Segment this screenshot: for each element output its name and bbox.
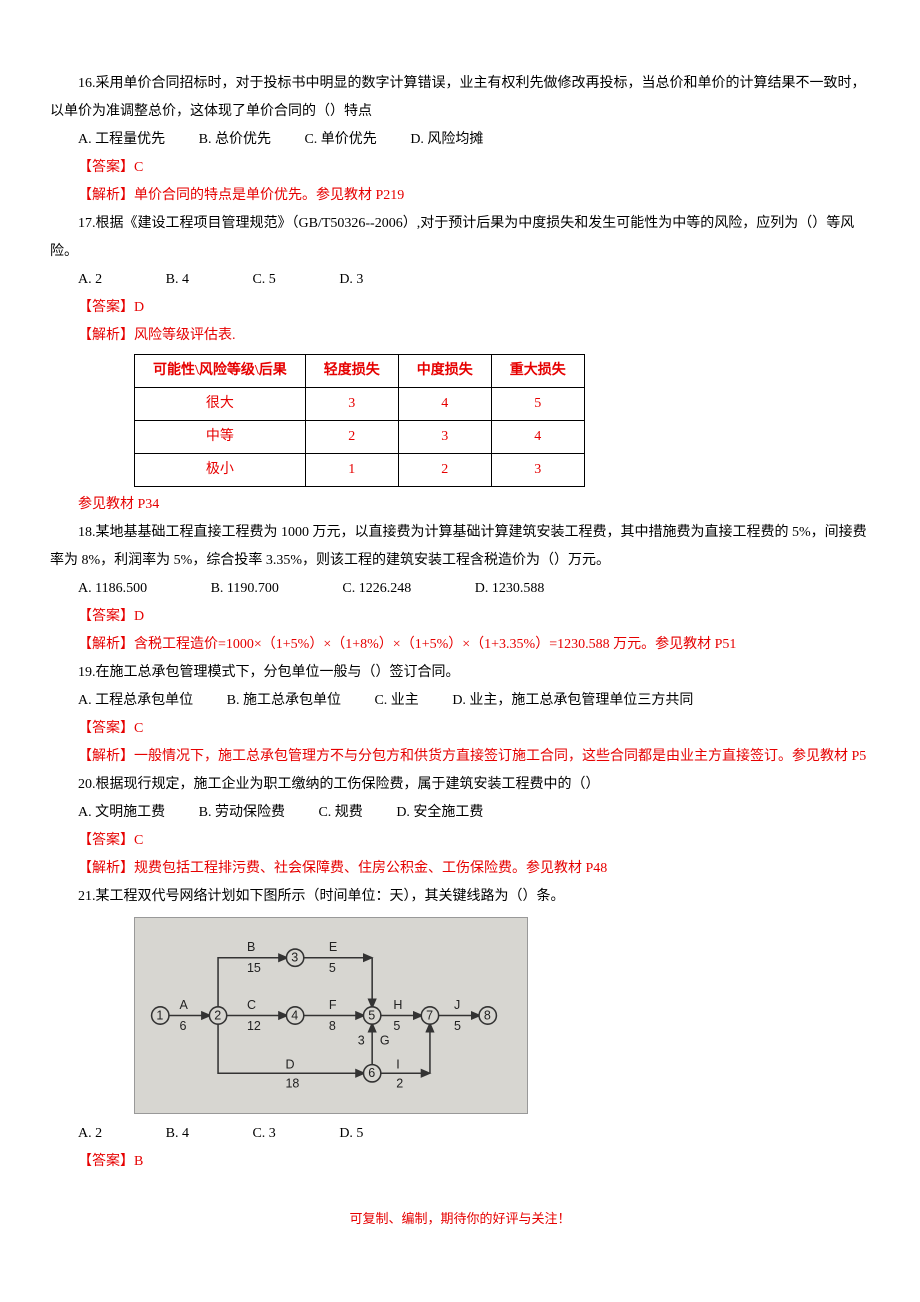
q19-options: A. 工程总承包单位 B. 施工总承包单位 C. 业主 D. 业主，施工总承包管… bbox=[78, 687, 870, 715]
table-row: 中等 2 3 4 bbox=[135, 421, 585, 454]
q20-optC: C. 规费 bbox=[318, 799, 362, 827]
risk-h1: 可能性\风险等级\后果 bbox=[135, 355, 306, 388]
q16-optC: C. 单价优先 bbox=[304, 126, 376, 154]
svg-text:6: 6 bbox=[368, 1066, 375, 1080]
risk-h3: 中度损失 bbox=[398, 355, 491, 388]
q19-optD: D. 业主，施工总承包管理单位三方共同 bbox=[452, 687, 693, 715]
risk-table: 可能性\风险等级\后果 轻度损失 中度损失 重大损失 很大 3 4 5 中等 2… bbox=[134, 354, 585, 487]
q21-text: 21.某工程双代号网络计划如下图所示（时间单位：天），其关键线路为（）条。 bbox=[50, 883, 870, 911]
edge-H-label: H bbox=[393, 998, 402, 1012]
edge-F-label: F bbox=[329, 998, 337, 1012]
risk-r3c1: 极小 bbox=[135, 454, 306, 487]
q20-optA: A. 文明施工费 bbox=[78, 799, 165, 827]
edge-J-label: J bbox=[454, 998, 460, 1012]
edge-G-dur: 3 bbox=[358, 1033, 365, 1047]
edge-B-dur: 15 bbox=[247, 961, 261, 975]
q18-optB: B. 1190.700 bbox=[211, 575, 279, 603]
q21-optA: A. 2 bbox=[78, 1120, 102, 1148]
q20-optB: B. 劳动保险费 bbox=[199, 799, 285, 827]
q17-options: A. 2 B. 4 C. 5 D. 3 bbox=[78, 266, 870, 294]
q21-answer: 【答案】B bbox=[78, 1148, 870, 1176]
q21-optC: C. 3 bbox=[252, 1120, 275, 1148]
q19-text: 19.在施工总承包管理模式下，分包单位一般与（）签订合同。 bbox=[50, 659, 870, 687]
q20-optD: D. 安全施工费 bbox=[396, 799, 483, 827]
risk-r1c2: 3 bbox=[305, 388, 398, 421]
q21-optB: B. 4 bbox=[166, 1120, 189, 1148]
edge-A-dur: 6 bbox=[180, 1019, 187, 1033]
q19-optA: A. 工程总承包单位 bbox=[78, 687, 193, 715]
q20-options: A. 文明施工费 B. 劳动保险费 C. 规费 D. 安全施工费 bbox=[78, 799, 870, 827]
q18-answer: 【答案】D bbox=[78, 603, 870, 631]
q20-answer: 【答案】C bbox=[78, 827, 870, 855]
q19-answer: 【答案】C bbox=[78, 715, 870, 743]
q18-optD: D. 1230.588 bbox=[475, 575, 545, 603]
edge-A-label: A bbox=[180, 998, 189, 1012]
edge-J-dur: 5 bbox=[454, 1019, 461, 1033]
q16-optA: A. 工程量优先 bbox=[78, 126, 165, 154]
q18-optC: C. 1226.248 bbox=[342, 575, 411, 603]
q18-optA: A. 1186.500 bbox=[78, 575, 147, 603]
q17-ref: 参见教材 P34 bbox=[78, 491, 870, 519]
risk-r1c3: 4 bbox=[398, 388, 491, 421]
q16-explain: 【解析】单价合同的特点是单价优先。参见教材 P219 bbox=[78, 182, 870, 210]
q18-options: A. 1186.500 B. 1190.700 C. 1226.248 D. 1… bbox=[78, 575, 870, 603]
edge-E-dur: 5 bbox=[329, 961, 336, 975]
q16-optB: B. 总价优先 bbox=[199, 126, 271, 154]
q17-optC: C. 5 bbox=[252, 266, 275, 294]
edge-E-label: E bbox=[329, 940, 337, 954]
edge-I-label: I bbox=[396, 1057, 399, 1071]
edge-I-dur: 2 bbox=[396, 1077, 403, 1091]
risk-r3c3: 2 bbox=[398, 454, 491, 487]
q17-explain: 【解析】风险等级评估表. bbox=[78, 322, 870, 350]
q21-optD: D. 5 bbox=[339, 1120, 363, 1148]
q18-explain: 【解析】含税工程造价=1000×（1+5%）×（1+8%）×（1+5%）×（1+… bbox=[78, 631, 870, 659]
svg-text:2: 2 bbox=[214, 1008, 221, 1022]
risk-r2c4: 4 bbox=[491, 421, 584, 454]
edge-G-label: G bbox=[380, 1033, 390, 1047]
q19-explain: 【解析】一般情况下，施工总承包管理方不与分包方和供货方直接签订施工合同，这些合同… bbox=[50, 743, 870, 771]
page-footer: 可复制、编制，期待你的好评与关注！ bbox=[50, 1206, 870, 1232]
network-diagram: .ln{stroke:#333;stroke-width:1.6;fill:no… bbox=[134, 917, 528, 1114]
q20-explain: 【解析】规费包括工程排污费、社会保障费、住房公积金、工伤保险费。参见教材 P48 bbox=[78, 855, 870, 883]
svg-text:8: 8 bbox=[484, 1008, 491, 1022]
edge-H-dur: 5 bbox=[393, 1019, 400, 1033]
risk-r2c3: 3 bbox=[398, 421, 491, 454]
edge-D-label: D bbox=[285, 1057, 294, 1071]
q20-text: 20.根据现行规定，施工企业为职工缴纳的工伤保险费，属于建筑安装工程费中的（） bbox=[50, 771, 870, 799]
edge-D-dur: 18 bbox=[285, 1077, 299, 1091]
q19-optC: C. 业主 bbox=[374, 687, 418, 715]
q16-text: 16.采用单价合同招标时，对于投标书中明显的数字计算错误，业主有权利先做修改再投… bbox=[50, 70, 870, 126]
q16-options: A. 工程量优先 B. 总价优先 C. 单价优先 D. 风险均摊 bbox=[78, 126, 870, 154]
q19-optB: B. 施工总承包单位 bbox=[227, 687, 341, 715]
q17-optD: D. 3 bbox=[339, 266, 363, 294]
svg-text:4: 4 bbox=[291, 1008, 298, 1022]
svg-text:1: 1 bbox=[156, 1008, 163, 1022]
risk-h4: 重大损失 bbox=[491, 355, 584, 388]
risk-h2: 轻度损失 bbox=[305, 355, 398, 388]
q21-options: A. 2 B. 4 C. 3 D. 5 bbox=[78, 1120, 870, 1148]
q17-answer: 【答案】D bbox=[78, 294, 870, 322]
q17-optB: B. 4 bbox=[166, 266, 189, 294]
table-row: 极小 1 2 3 bbox=[135, 454, 585, 487]
svg-text:7: 7 bbox=[426, 1008, 433, 1022]
q17-text: 17.根据《建设工程项目管理规范》（GB/T50326--2006）,对于预计后… bbox=[50, 210, 870, 266]
edge-B-label: B bbox=[247, 940, 255, 954]
risk-r3c4: 3 bbox=[491, 454, 584, 487]
table-row: 很大 3 4 5 bbox=[135, 388, 585, 421]
q16-answer: 【答案】C bbox=[78, 154, 870, 182]
risk-r2c1: 中等 bbox=[135, 421, 306, 454]
edge-C-dur: 12 bbox=[247, 1019, 261, 1033]
q17-optA: A. 2 bbox=[78, 266, 102, 294]
q18-text: 18.某地基基础工程直接工程费为 1000 万元，以直接费为计算基础计算建筑安装… bbox=[50, 519, 870, 575]
risk-r1c1: 很大 bbox=[135, 388, 306, 421]
risk-r3c2: 1 bbox=[305, 454, 398, 487]
q16-optD: D. 风险均摊 bbox=[410, 126, 483, 154]
svg-text:3: 3 bbox=[291, 951, 298, 965]
edge-F-dur: 8 bbox=[329, 1019, 336, 1033]
edge-C-label: C bbox=[247, 998, 256, 1012]
risk-r2c2: 2 bbox=[305, 421, 398, 454]
svg-text:5: 5 bbox=[368, 1008, 375, 1022]
risk-r1c4: 5 bbox=[491, 388, 584, 421]
